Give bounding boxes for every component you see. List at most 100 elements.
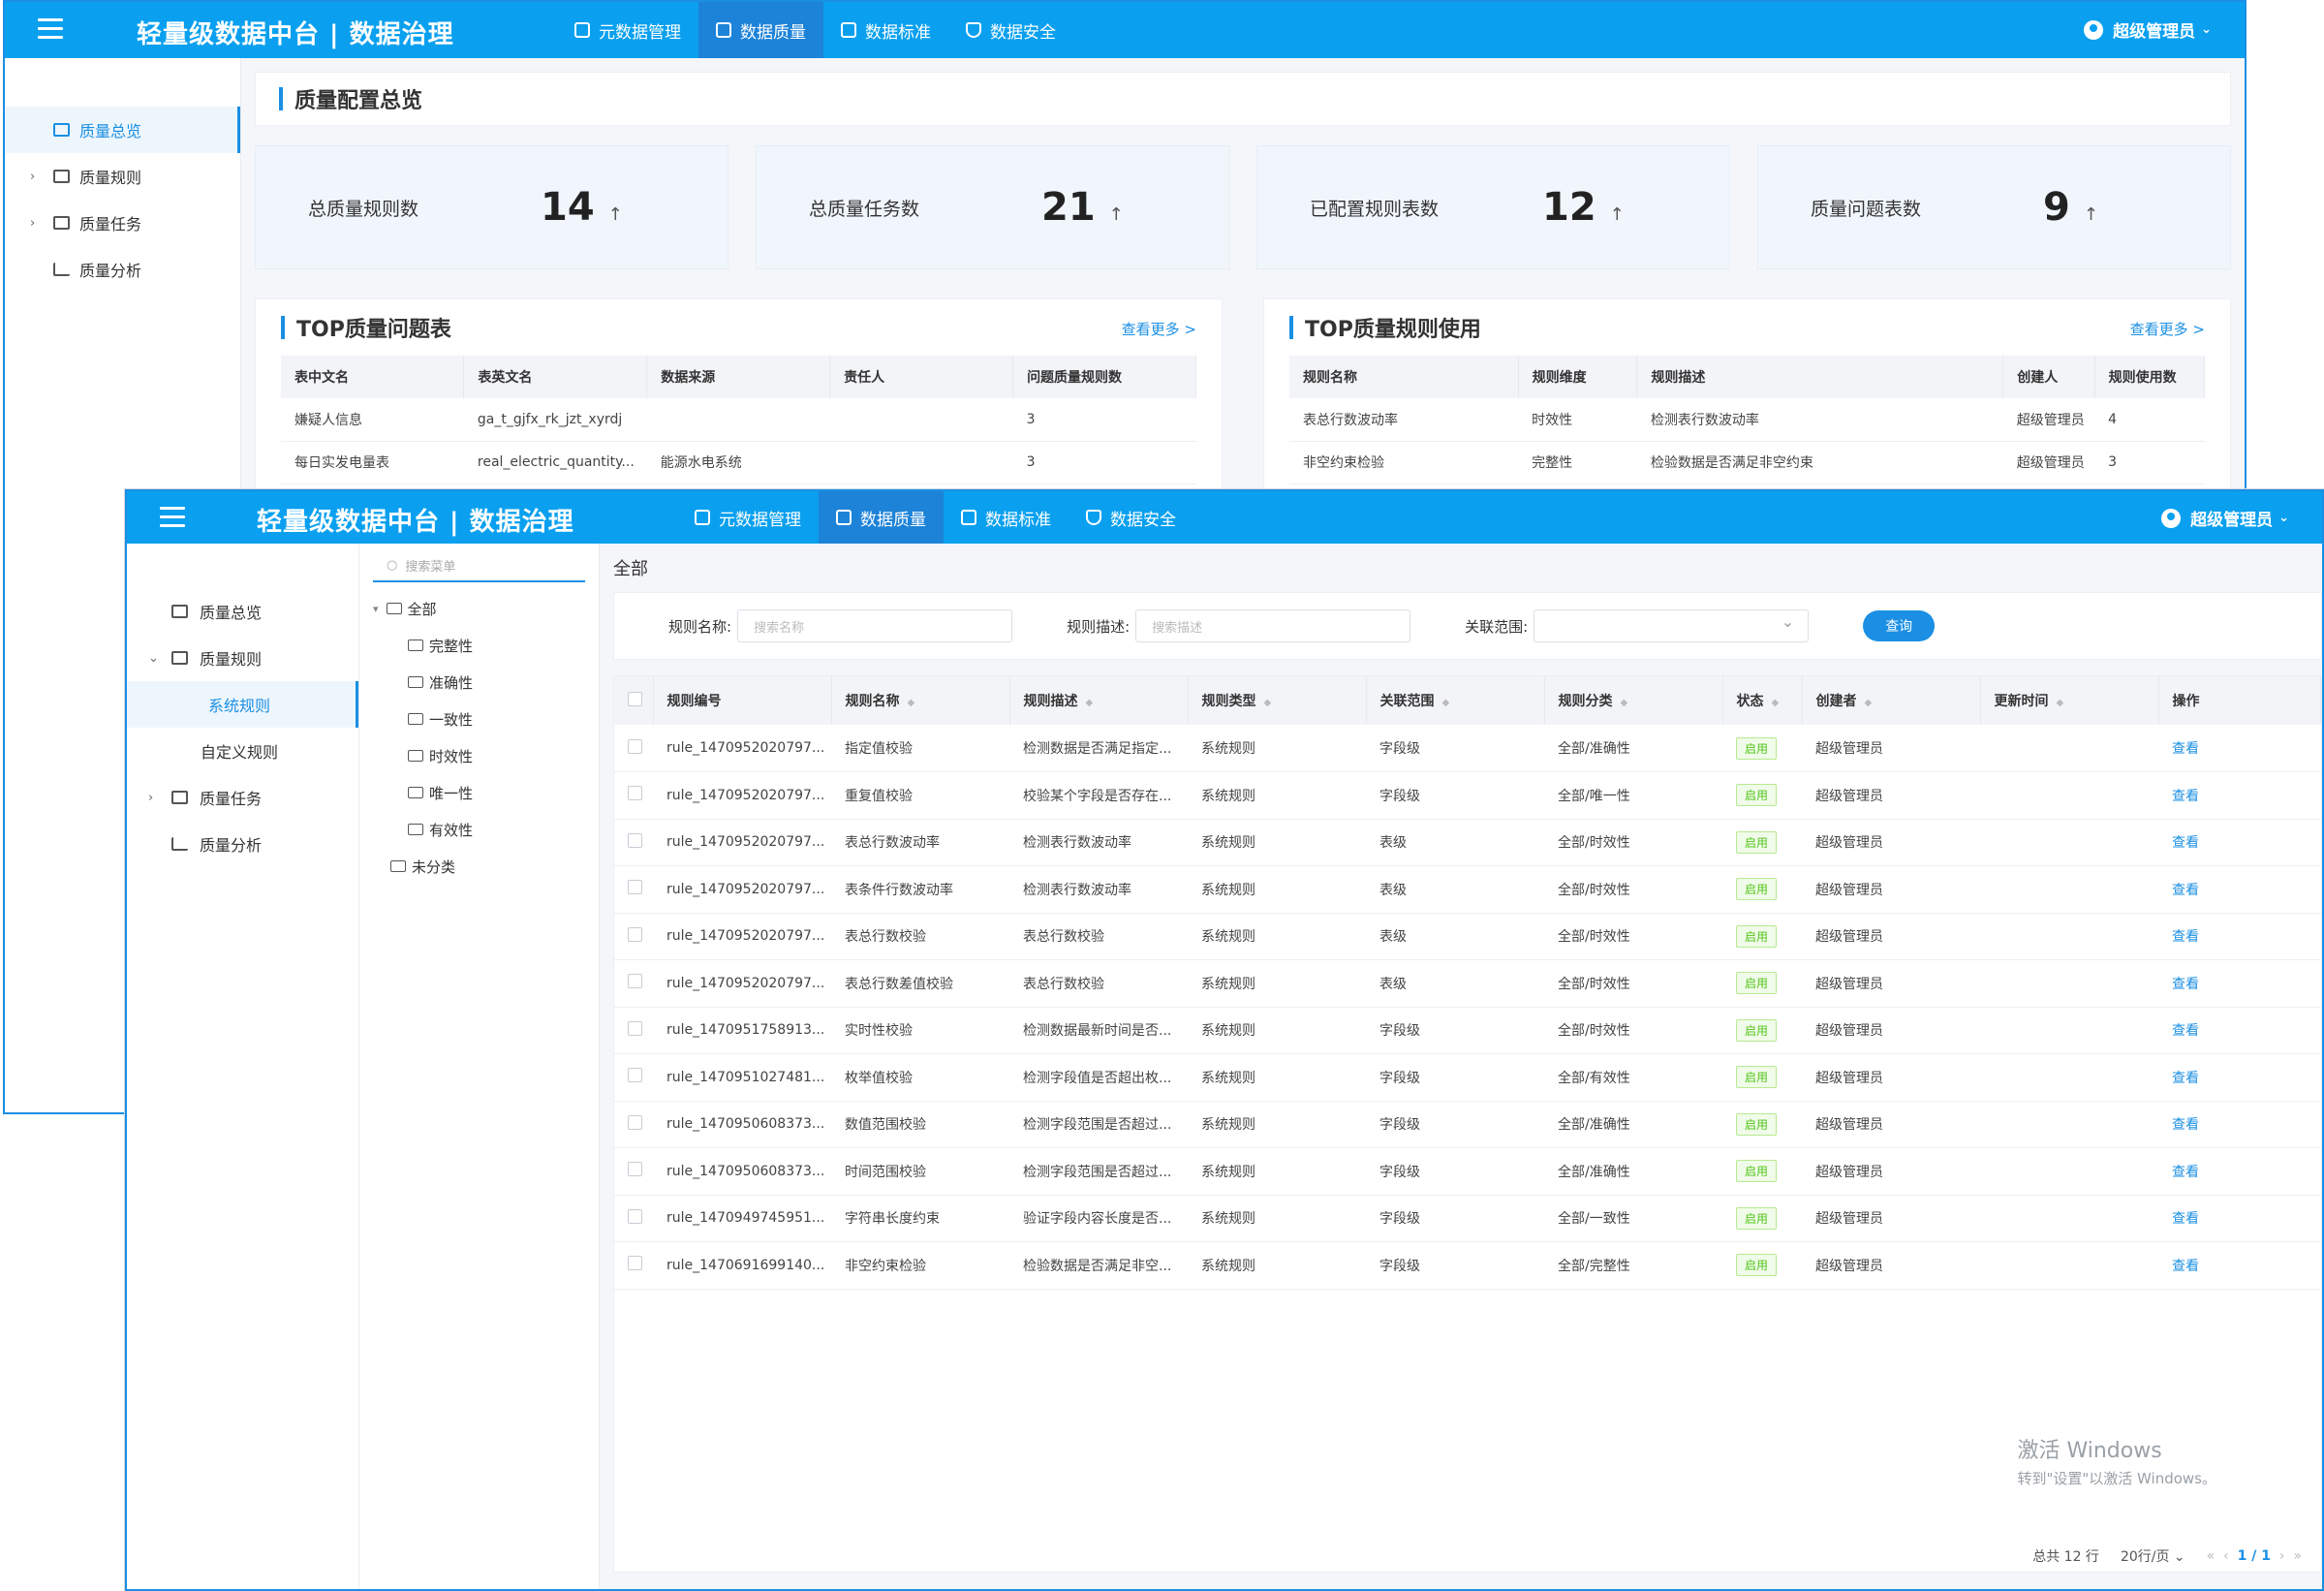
view-link[interactable]: 查看 <box>2172 1071 2199 1086</box>
row-checkbox[interactable] <box>628 832 642 848</box>
table-cell: rule_1470952020797... <box>653 959 831 1008</box>
row-checkbox[interactable] <box>628 974 642 989</box>
tree-search-input[interactable]: ○ 搜索菜单 <box>373 549 585 582</box>
table-cell: rule_1470950608373... <box>653 1147 831 1196</box>
page-size-select[interactable]: 20行/页 ⌄ <box>2121 1546 2185 1566</box>
row-checkbox[interactable] <box>628 926 642 942</box>
sidebar-item-custom-rules[interactable]: 自定义规则 <box>127 728 358 774</box>
sort-icon[interactable]: ◆ <box>908 698 915 708</box>
table-cell <box>1980 819 2158 866</box>
table-cell: 重复值校验 <box>831 771 1009 820</box>
sort-icon[interactable]: ◆ <box>1086 698 1094 708</box>
sort-icon[interactable]: ◆ <box>1264 698 1272 708</box>
nav-data-quality[interactable]: 数据质量 <box>819 491 944 544</box>
folder-icon <box>408 750 423 762</box>
stat-card: 总质量规则数 14 ↑ <box>255 145 728 269</box>
row-checkbox[interactable] <box>628 1208 642 1224</box>
row-checkbox[interactable] <box>628 1020 642 1036</box>
sidebar-item-tasks[interactable]: › 质量任务 <box>127 774 358 821</box>
view-link[interactable]: 查看 <box>2172 741 2199 757</box>
stat-card: 已配置规则表数 12 ↑ <box>1256 145 1730 269</box>
tree-node[interactable]: 时效性 <box>373 737 585 774</box>
nav-data-security[interactable]: 数据安全 <box>1069 491 1193 544</box>
tree-node-uncategorized[interactable]: 未分类 <box>373 848 585 885</box>
table-cell: 全部/有效性 <box>1544 1053 1722 1102</box>
nav-metadata[interactable]: 元数据管理 <box>557 2 698 58</box>
row-checkbox[interactable] <box>628 738 642 754</box>
status-badge: 启用 <box>1736 1066 1778 1089</box>
standard-icon <box>961 510 976 525</box>
table-cell: 系统规则 <box>1188 1195 1366 1242</box>
user-menu[interactable]: 超级管理员 ⌄ <box>2084 17 2212 42</box>
table-cell: rule_1470949745951... <box>653 1195 831 1242</box>
sidebar-item-system-rules[interactable]: 系统规则 <box>127 681 358 728</box>
scope-select[interactable] <box>1534 609 1810 642</box>
view-link[interactable]: 查看 <box>2172 1165 2199 1180</box>
rule-desc-input[interactable]: 搜索描述 <box>1135 609 1411 642</box>
view-link[interactable]: 查看 <box>2172 1211 2199 1227</box>
table-cell: 字段级 <box>1366 1147 1544 1196</box>
select-all-checkbox[interactable] <box>628 691 642 706</box>
nav-data-standard[interactable]: 数据标准 <box>823 2 948 58</box>
sort-icon[interactable]: ◆ <box>2057 698 2064 708</box>
tree-node[interactable]: 有效性 <box>373 811 585 848</box>
nav-data-quality[interactable]: 数据质量 <box>698 2 823 58</box>
more-link[interactable]: 查看更多 > <box>1122 319 1196 339</box>
app-title: 轻量级数据中台 | 数据治理 <box>137 20 454 49</box>
table-cell: 表级 <box>1366 865 1544 914</box>
database-icon <box>695 510 710 525</box>
more-link[interactable]: 查看更多 > <box>2130 319 2205 339</box>
view-link[interactable]: 查看 <box>2172 1259 2199 1274</box>
row-checkbox[interactable] <box>628 1114 642 1130</box>
next-page-icon[interactable]: › <box>2279 1548 2285 1564</box>
rule-name-input[interactable]: 搜索名称 <box>737 609 1013 642</box>
row-checkbox[interactable] <box>628 786 642 801</box>
tree-node[interactable]: 唯一性 <box>373 774 585 811</box>
table-cell: 系统规则 <box>1188 1007 1366 1054</box>
view-link[interactable]: 查看 <box>2172 835 2199 851</box>
first-page-icon[interactable]: « <box>2207 1548 2216 1564</box>
tree-node[interactable]: 准确性 <box>373 664 585 701</box>
table-cell: rule_1470952020797... <box>653 913 831 960</box>
view-link[interactable]: 查看 <box>2172 977 2199 992</box>
row-checkbox[interactable] <box>628 880 642 895</box>
sort-icon[interactable]: ◆ <box>1865 698 1873 708</box>
row-checkbox[interactable] <box>628 1256 642 1271</box>
menu-icon[interactable] <box>38 18 63 40</box>
nav-data-standard[interactable]: 数据标准 <box>944 491 1069 544</box>
tree-node[interactable]: 一致性 <box>373 701 585 737</box>
sort-icon[interactable]: ◆ <box>1621 698 1628 708</box>
sidebar-item-analysis[interactable]: 质量分析 <box>127 821 358 867</box>
table-cell: 超级管理员 <box>1802 865 1980 914</box>
sidebar-item-overview[interactable]: 质量总览 <box>127 588 358 635</box>
prev-page-icon[interactable]: ‹ <box>2223 1548 2229 1564</box>
table-cell: 检测字段值是否超出枚... <box>1009 1053 1188 1102</box>
user-menu[interactable]: 超级管理员 ⌄ <box>2161 506 2289 530</box>
sidebar-item-rules[interactable]: › 质量规则 <box>5 153 240 200</box>
sidebar-item-rules[interactable]: ⌄ 质量规则 <box>127 635 358 681</box>
row-checkbox[interactable] <box>628 1068 642 1083</box>
nav-data-security[interactable]: 数据安全 <box>948 2 1073 58</box>
link-icon <box>171 651 188 665</box>
view-link[interactable]: 查看 <box>2172 883 2199 898</box>
table-row: rule_1470950608373... 数值范围校验 检测字段范围是否超过...… <box>614 1101 2321 1148</box>
tree-node[interactable]: 完整性 <box>373 627 585 664</box>
view-link[interactable]: 查看 <box>2172 929 2199 945</box>
query-button[interactable]: 查询 <box>1863 610 1936 641</box>
view-link[interactable]: 查看 <box>2172 1117 2199 1133</box>
last-page-icon[interactable]: » <box>2293 1548 2302 1564</box>
sidebar-item-overview[interactable]: 质量总览 <box>5 107 240 153</box>
sidebar-item-analysis[interactable]: 质量分析 <box>5 246 240 293</box>
sort-icon[interactable]: ◆ <box>1442 698 1450 708</box>
status-badge: 启用 <box>1736 1112 1778 1136</box>
nav-metadata[interactable]: 元数据管理 <box>677 491 819 544</box>
sidebar-item-tasks[interactable]: › 质量任务 <box>5 200 240 246</box>
view-link[interactable]: 查看 <box>2172 789 2199 804</box>
card-title: TOP质量问题表 <box>296 318 451 342</box>
menu-icon[interactable] <box>160 507 185 528</box>
view-link[interactable]: 查看 <box>2172 1023 2199 1039</box>
row-checkbox[interactable] <box>628 1162 642 1177</box>
user-icon <box>2161 508 2182 528</box>
sort-icon[interactable]: ◆ <box>1772 698 1780 708</box>
tree-node-root[interactable]: ▾ 全部 <box>373 590 585 627</box>
